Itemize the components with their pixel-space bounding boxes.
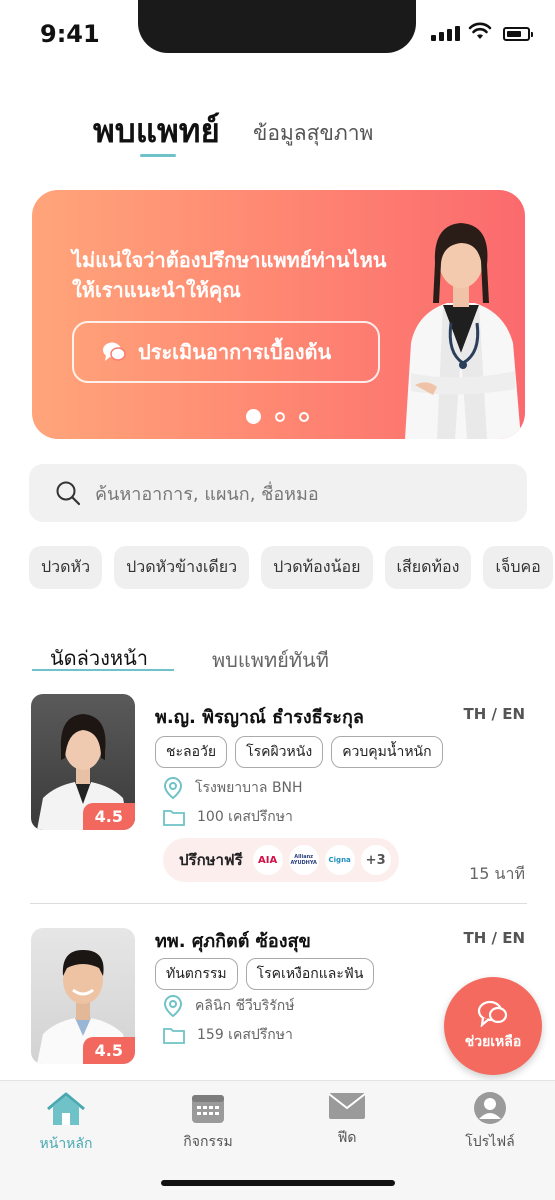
nav-home[interactable]: หน้าหลัก (11, 1091, 121, 1155)
language-label: TH / EN (463, 929, 525, 947)
doctor-photo: 4.5 (31, 928, 135, 1064)
cigna-logo-text: Cigna (328, 856, 351, 864)
specialty-tag: ชะลอวัย (155, 736, 228, 768)
wifi-icon (468, 22, 492, 39)
status-bar: 9:41 (0, 0, 555, 70)
nav-home-label: หน้าหลัก (39, 1136, 93, 1152)
search-bar[interactable]: ค้นหาอาการ, แผนก, ชื่อหมอ (29, 464, 527, 522)
doctor-illustration (405, 223, 521, 439)
consultation-duration: 15 นาที (469, 864, 525, 883)
symptom-chips: ปวดหัว ปวดหัวข้างเดียว ปวดท้องน้อย เสียด… (29, 546, 553, 589)
more-insurers-badge: +3 (360, 845, 391, 875)
free-consultation-pill[interactable]: ปรึกษาฟรี AIA Allianz AYUDHYA Cigna +3 (163, 838, 399, 882)
language-label: TH / EN (463, 705, 525, 723)
home-indicator (161, 1180, 395, 1186)
doctor-location: คลินิก ชีวีบริรักษ์ (163, 994, 294, 1018)
specialty-tags: ทันตกรรม โรคเหงือกและฟัน (155, 958, 375, 990)
more-insurers-count: +3 (365, 852, 386, 868)
card-divider (30, 903, 527, 904)
home-icon (47, 1092, 85, 1125)
tab-health-info[interactable]: ข้อมูลสุขภาพ (253, 117, 373, 150)
specialty-tag: โรคเหงือกและฟัน (245, 958, 375, 990)
consultation-count: 159 เคสปรึกษา (197, 1027, 293, 1043)
help-label: ช่วยเหลือ (464, 1034, 522, 1050)
search-icon (56, 481, 81, 506)
nav-feed[interactable]: ฟีด (292, 1091, 402, 1149)
symptom-assessment-button[interactable]: ประเมินอาการเบื้องต้น (72, 321, 380, 383)
folder-icon (163, 810, 185, 826)
specialty-tag: โรคผิวหนัง (235, 736, 324, 768)
rating-badge: 4.5 (82, 803, 135, 830)
doctor-location: โรงพยาบาล BNH (163, 776, 303, 800)
carousel-dot-1[interactable] (246, 409, 261, 424)
status-time: 9:41 (40, 20, 100, 48)
profile-icon (474, 1092, 506, 1124)
specialty-tag: ทันตกรรม (155, 958, 238, 990)
doctor-card[interactable]: 4.5 พ.ญ. พิรญาณ์ ธำรงธีระกุล TH / EN ชะล… (29, 694, 527, 889)
doctor-name[interactable]: พ.ญ. พิรญาณ์ ธำรงธีระกุล (155, 702, 364, 731)
sub-tab-indicator (32, 669, 174, 671)
cigna-logo: Cigna (324, 845, 355, 875)
help-button[interactable]: ช่วยเหลือ (444, 977, 542, 1075)
banner-headline: ไม่แน่ใจว่าต้องปรึกษาแพทย์ท่านไหน ให้เรา… (72, 245, 386, 305)
mail-icon (328, 1093, 366, 1119)
chip-heartburn[interactable]: เสียดท้อง (384, 546, 472, 589)
clinic-name: คลินิก ชีวีบริรักษ์ (195, 998, 295, 1014)
nav-activities[interactable]: กิจกรรม (153, 1091, 263, 1153)
chip-migraine[interactable]: ปวดหัวข้างเดียว (114, 546, 250, 589)
tab-see-doctor-now[interactable]: พบแพทย์ทันที (212, 644, 329, 676)
chat-bubble-icon (477, 1000, 508, 1027)
cellular-signal-icon (431, 26, 460, 41)
chat-bubble-icon (103, 342, 126, 361)
free-consultation-label: ปรึกษาฟรี (179, 851, 243, 869)
doctor-photo: 4.5 (31, 694, 135, 830)
chip-sore-throat[interactable]: เจ็บคอ (483, 546, 553, 589)
carousel-dots (246, 409, 309, 424)
allianz-ayudhya-logo: Allianz AYUDHYA (288, 845, 319, 875)
battery-icon (503, 27, 533, 41)
doctor-cases: 100 เคสปรึกษา (163, 806, 293, 828)
specialty-tags: ชะลอวัย โรคผิวหนัง ควบคุมน้ำหนัก (155, 736, 443, 768)
doctor-name[interactable]: ทพ. ศุภกิตต์ ซ้องสุข (155, 926, 311, 955)
nav-profile-label: โปรไฟล์ (465, 1134, 515, 1150)
folder-icon (163, 1028, 185, 1044)
active-tab-indicator (140, 154, 176, 157)
consultation-count: 100 เคสปรึกษา (197, 809, 293, 825)
hospital-name: โรงพยาบาล BNH (195, 780, 303, 796)
carousel-dot-2[interactable] (275, 411, 285, 422)
nav-profile[interactable]: โปรไฟล์ (435, 1091, 545, 1153)
chip-lower-abdominal-pain[interactable]: ปวดท้องน้อย (261, 546, 373, 589)
specialty-tag: ควบคุมน้ำหนัก (331, 736, 443, 768)
location-pin-icon (163, 994, 183, 1018)
search-input[interactable]: ค้นหาอาการ, แผนก, ชื่อหมอ (95, 479, 319, 508)
nav-feed-label: ฟีด (337, 1130, 357, 1146)
aia-logo: AIA (252, 845, 283, 875)
location-pin-icon (163, 776, 183, 800)
aia-logo-text: AIA (258, 854, 278, 866)
chip-headache[interactable]: ปวดหัว (29, 546, 103, 589)
rating-badge: 4.5 (82, 1037, 135, 1064)
tab-find-doctor[interactable]: พบแพทย์ (93, 104, 220, 157)
calendar-icon (192, 1095, 224, 1123)
promo-banner[interactable]: ไม่แน่ใจว่าต้องปรึกษาแพทย์ท่านไหน ให้เรา… (32, 190, 525, 439)
banner-line-2: ให้เราแนะนำให้คุณ (72, 278, 241, 302)
device-notch (138, 0, 416, 53)
doctor-cases: 159 เคสปรึกษา (163, 1024, 293, 1046)
carousel-dot-3[interactable] (299, 411, 309, 422)
symptom-assessment-label: ประเมินอาการเบื้องต้น (138, 340, 332, 364)
banner-line-1: ไม่แน่ใจว่าต้องปรึกษาแพทย์ท่านไหน (72, 248, 387, 272)
nav-activities-label: กิจกรรม (183, 1134, 233, 1150)
allianz-logo-text: Allianz AYUDHYA (290, 854, 317, 866)
